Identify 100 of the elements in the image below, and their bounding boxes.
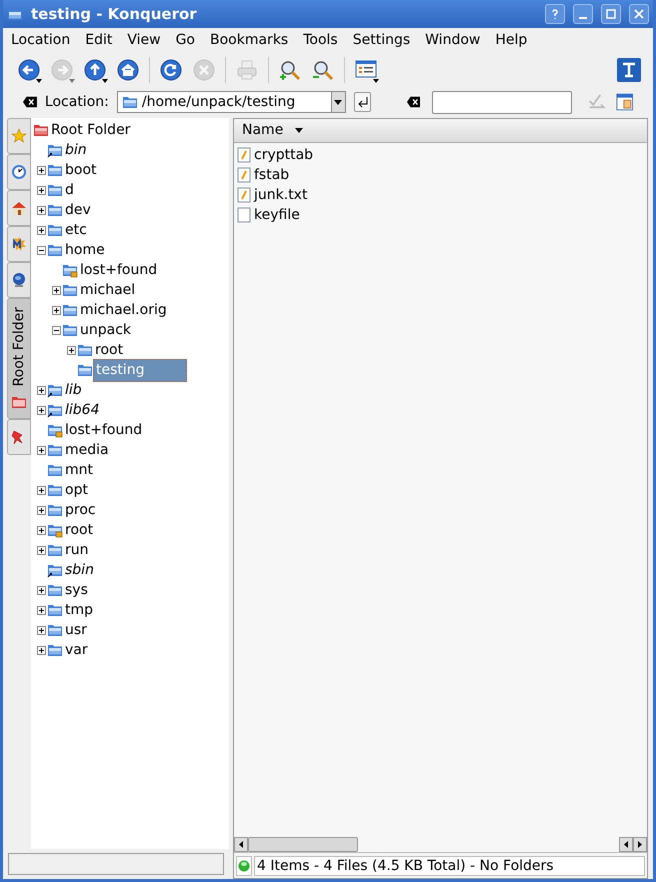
sidebar-tab[interactable]: [7, 419, 31, 456]
folder-link-icon: [47, 382, 63, 398]
expand-icon[interactable]: [36, 606, 46, 614]
menu-item[interactable]: Tools: [303, 30, 338, 50]
tree-item[interactable]: michael.orig: [78, 300, 169, 320]
go-button[interactable]: [354, 92, 372, 112]
tree-item[interactable]: opt: [63, 480, 90, 500]
tree-item[interactable]: tmp: [63, 600, 96, 620]
tree-item[interactable]: bin: [63, 140, 89, 160]
expand-icon[interactable]: [36, 186, 46, 194]
house-icon: [11, 200, 27, 216]
expand-icon[interactable]: [36, 486, 46, 494]
expand-icon[interactable]: [36, 226, 46, 234]
menu-item[interactable]: Edit: [85, 30, 112, 50]
menu-item[interactable]: Settings: [352, 30, 410, 50]
window-split-icon[interactable]: [616, 92, 633, 112]
expand-icon[interactable]: [36, 206, 46, 214]
menu-item[interactable]: Bookmarks: [210, 30, 288, 50]
tree-item[interactable]: d: [63, 180, 76, 200]
tree-item[interactable]: root: [93, 340, 126, 360]
menu-item[interactable]: View: [127, 30, 161, 50]
folder-icon: [47, 222, 63, 238]
checkmark-icon[interactable]: [588, 93, 608, 111]
search-field[interactable]: [432, 90, 572, 114]
tree-item[interactable]: lost+found: [78, 260, 160, 280]
scrollbar-handle[interactable]: [248, 836, 358, 852]
maximize-button[interactable]: [601, 4, 621, 24]
minimize-icon: [579, 17, 587, 19]
expand-icon[interactable]: [36, 446, 46, 454]
sidebar-tab[interactable]: [7, 190, 31, 226]
tree-item[interactable]: lib64: [63, 400, 102, 420]
tree-item[interactable]: mnt: [63, 460, 95, 480]
expand-icon[interactable]: [66, 346, 76, 354]
tree-item[interactable]: michael: [78, 280, 138, 300]
menu-item[interactable]: Go: [176, 30, 195, 50]
tree-item[interactable]: lib: [63, 380, 84, 400]
tree-item[interactable]: root: [63, 520, 96, 540]
expand-icon[interactable]: [36, 586, 46, 594]
sidebar-tab[interactable]: Root Folder: [7, 298, 31, 420]
tree-item[interactable]: Root Folder: [51, 120, 130, 140]
menu-item[interactable]: Location: [11, 30, 70, 50]
sidebar-tab[interactable]: [7, 154, 31, 190]
tree-item[interactable]: sys: [63, 580, 90, 600]
column-header[interactable]: Name: [234, 119, 647, 143]
folder-icon: [47, 542, 63, 558]
dropdown-arrow-icon[interactable]: [334, 100, 342, 104]
kde-logo[interactable]: [617, 58, 641, 82]
folder-icon: [47, 582, 63, 598]
folder-icon: [47, 202, 63, 218]
sidebar-tab[interactable]: [7, 226, 31, 262]
expand-icon[interactable]: [36, 646, 46, 654]
expand-icon[interactable]: [36, 506, 46, 514]
folder-icon: [33, 122, 49, 138]
minimize-button[interactable]: [573, 4, 593, 24]
expand-icon[interactable]: [36, 626, 46, 634]
expand-icon[interactable]: [36, 406, 46, 414]
scroll-right-button[interactable]: [633, 836, 647, 852]
tree-item[interactable]: var: [63, 640, 90, 660]
expand-icon[interactable]: [36, 526, 46, 534]
folder-link-icon: [47, 562, 63, 578]
tree-item[interactable]: run: [63, 540, 91, 560]
folder-icon: [47, 442, 63, 458]
menu-item[interactable]: Help: [495, 30, 528, 50]
collapse-icon[interactable]: [52, 326, 60, 334]
tree-item[interactable]: sbin: [63, 560, 96, 580]
collapse-icon[interactable]: [36, 246, 46, 254]
tree-item[interactable]: home: [63, 240, 107, 260]
tree-item[interactable]: unpack: [78, 320, 134, 340]
expand-icon[interactable]: [36, 546, 46, 554]
file-name[interactable]: keyfile: [254, 204, 300, 226]
tree-item[interactable]: lost+found: [63, 420, 144, 440]
file-name[interactable]: junk.txt: [254, 184, 308, 206]
locked-folder-icon: [62, 262, 78, 278]
file-name[interactable]: fstab: [254, 164, 290, 186]
file-name[interactable]: crypttab: [254, 144, 314, 166]
status-light-icon: [238, 860, 250, 872]
tree-item[interactable]: proc: [63, 500, 98, 520]
tree-item[interactable]: dev: [63, 200, 93, 220]
expand-icon[interactable]: [36, 386, 46, 394]
scroll-left-button[interactable]: [234, 836, 248, 852]
multimedia-icon: [11, 236, 27, 252]
tree-item[interactable]: usr: [63, 620, 89, 640]
close-button[interactable]: [629, 4, 649, 24]
folder-icon: [77, 342, 93, 358]
folder-link-icon: [47, 142, 63, 158]
menu-item[interactable]: Window: [425, 30, 480, 50]
folder-icon: [62, 282, 78, 298]
tree-item[interactable]: boot: [63, 160, 99, 180]
tree-item[interactable]: etc: [63, 220, 89, 240]
folder-icon: [47, 622, 63, 638]
expand-icon[interactable]: [52, 306, 60, 314]
expand-icon[interactable]: [36, 166, 46, 174]
tree-item[interactable]: media: [63, 440, 111, 460]
sidebar-tab[interactable]: [7, 262, 31, 298]
clear-icon[interactable]: [23, 96, 37, 108]
location-combo[interactable]: /home/unpack/testing: [116, 91, 346, 113]
expand-icon[interactable]: [52, 286, 60, 294]
scroll-left-button[interactable]: [619, 836, 633, 852]
clear-icon[interactable]: [406, 96, 420, 108]
help-button[interactable]: [545, 4, 565, 24]
